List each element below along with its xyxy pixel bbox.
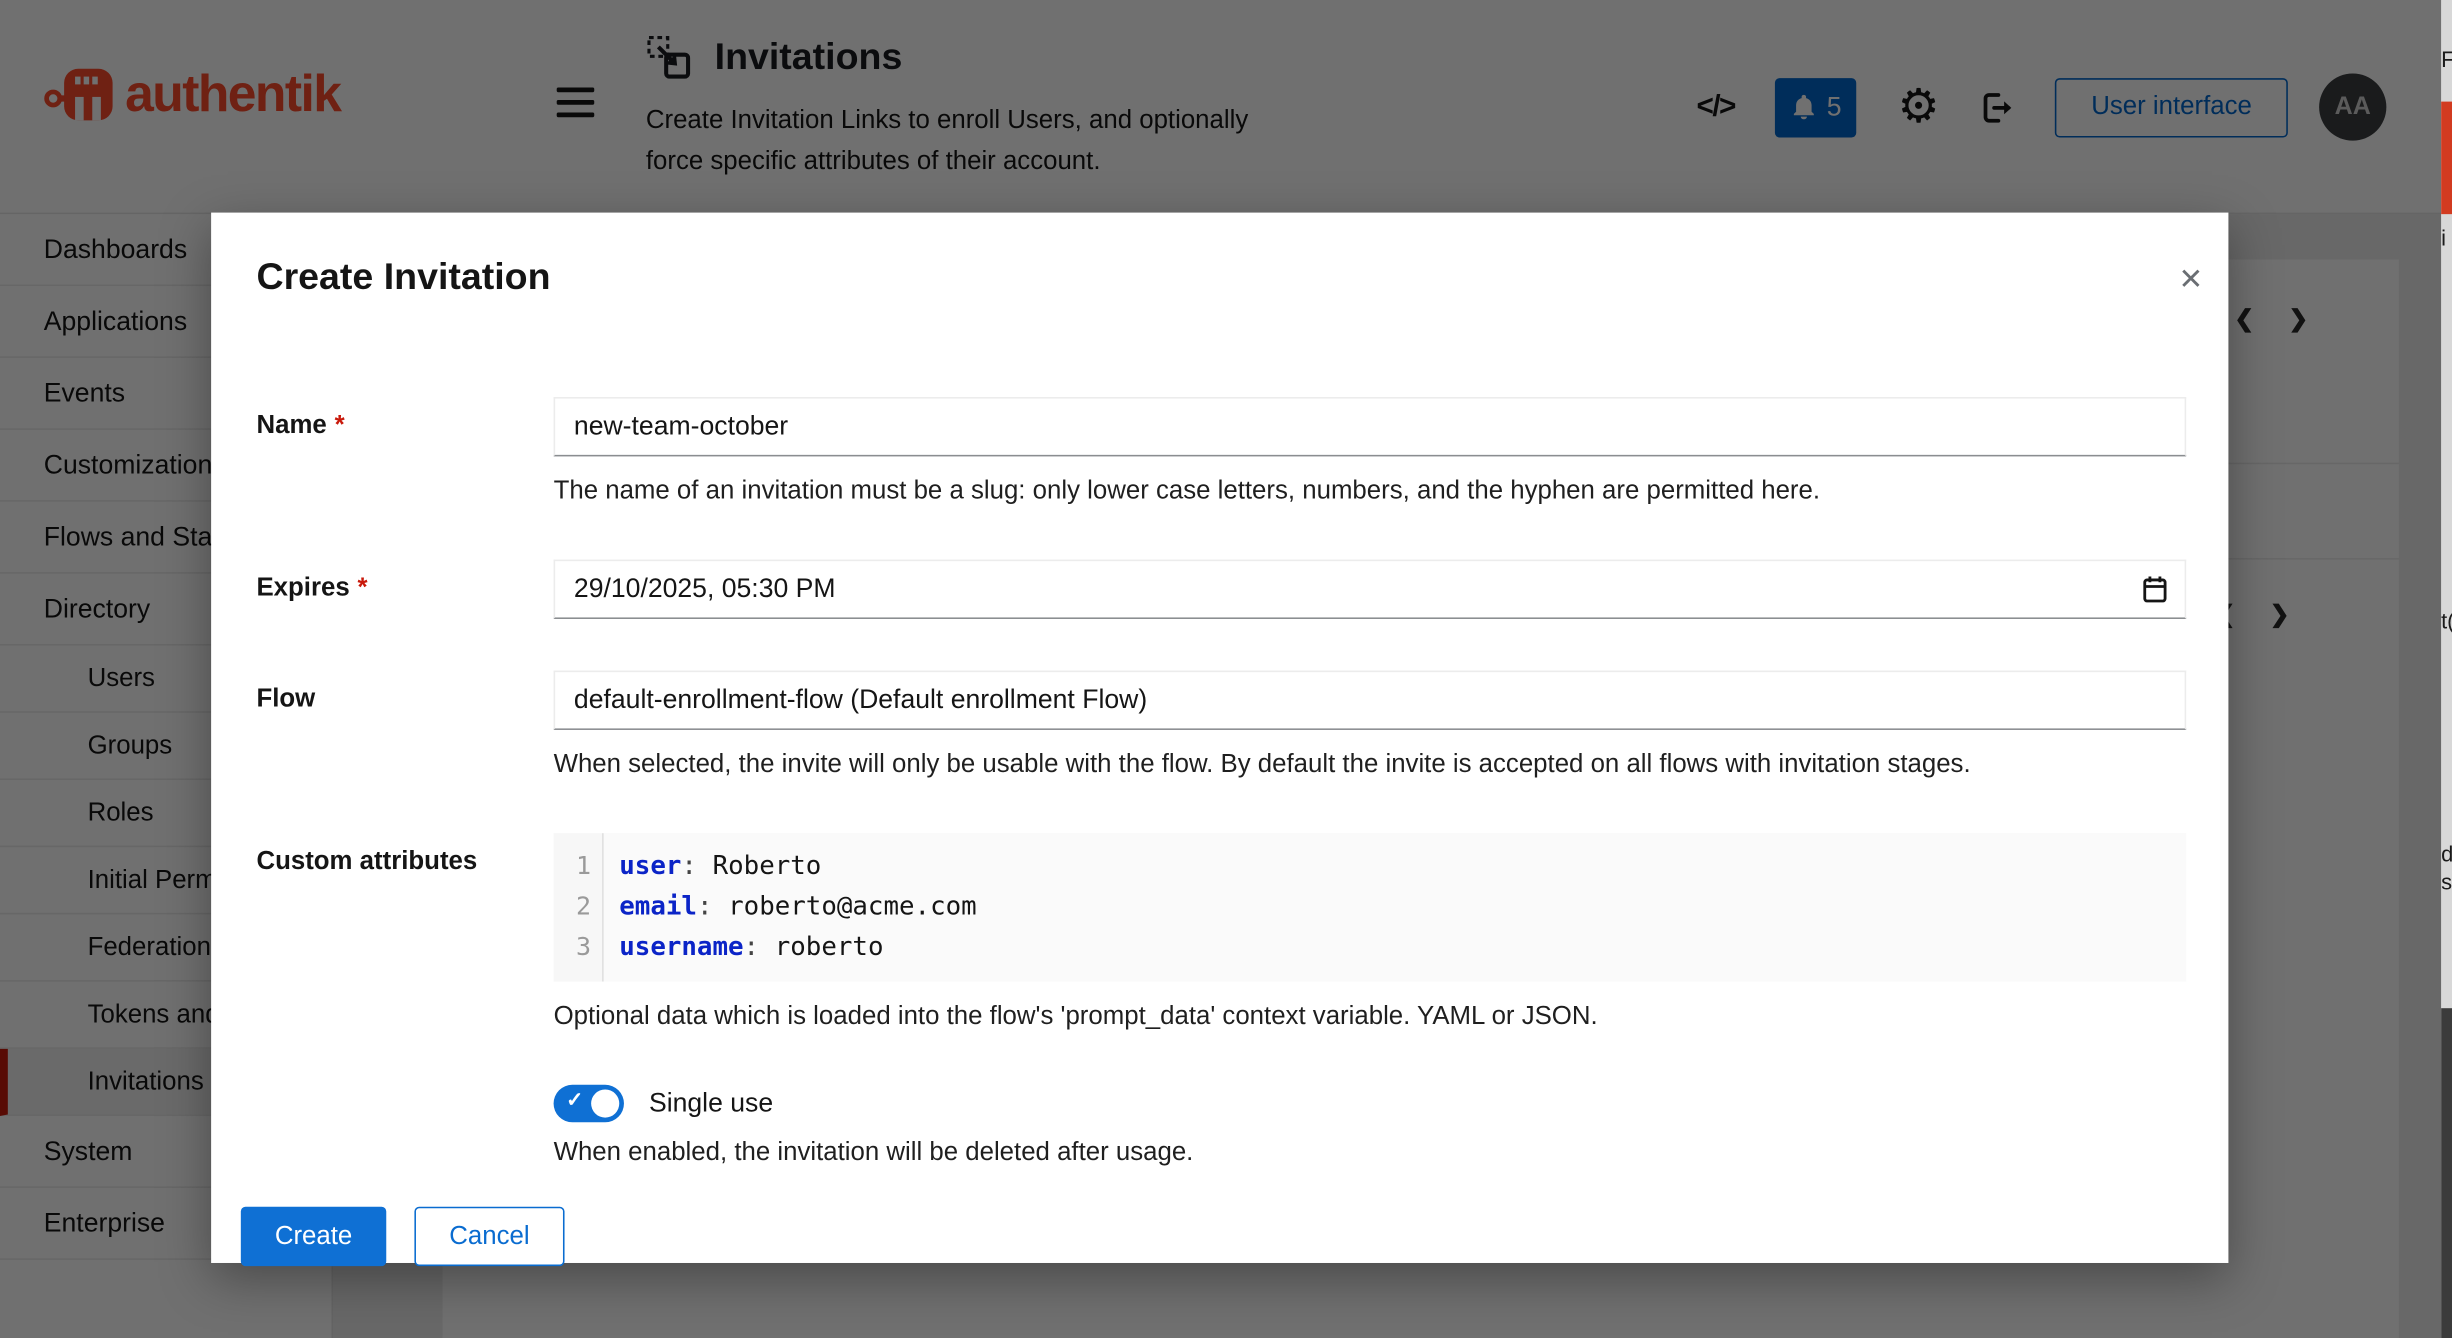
text-fragment: i: [2441, 225, 2446, 250]
expires-field-row: Expires*: [256, 560, 2186, 619]
toggle-knob: [591, 1089, 619, 1117]
text-fragment: F: [2441, 47, 2452, 72]
expires-label: Expires*: [256, 560, 553, 619]
code-line: email:roberto@acme.com: [619, 886, 976, 927]
modal-title: Create Invitation: [256, 256, 2186, 300]
name-field-row: Name* The name of an invitation must be …: [256, 397, 2186, 508]
check-icon: ✓: [566, 1088, 583, 1113]
editor-code: user:Roberto email:roberto@acme.com user…: [604, 833, 977, 981]
code-line: username:roberto: [619, 927, 976, 968]
single-use-helper-text: When enabled, the invitation will be del…: [554, 1135, 2187, 1169]
screen: authentik Invitations Create Invitation …: [0, 0, 2452, 1338]
single-use-label: Single use: [649, 1088, 773, 1119]
required-asterisk: *: [358, 574, 368, 602]
line-number: 2: [554, 886, 592, 927]
name-label: Name*: [256, 397, 553, 508]
modal-footer: Create Cancel: [241, 1207, 2186, 1266]
expires-input[interactable]: [554, 560, 2187, 619]
custom-attributes-helper-text: Optional data which is loaded into the f…: [554, 999, 2187, 1033]
flow-input[interactable]: [554, 671, 2187, 730]
required-asterisk: *: [335, 411, 345, 439]
text-fragment: t(: [2441, 608, 2452, 633]
text-fragment: s: [2441, 869, 2452, 894]
editor-gutter: 1 2 3: [554, 833, 604, 981]
create-invitation-form: Name* The name of an invitation must be …: [256, 397, 2186, 1266]
red-block-fragment: [2441, 102, 2452, 215]
yaml-code-editor[interactable]: 1 2 3 user:Roberto email:roberto@acme.co…: [554, 833, 2187, 981]
flow-label: Flow: [256, 671, 553, 782]
custom-attributes-label: Custom attributes: [256, 833, 553, 1033]
create-invitation-modal: Create Invitation ✕ Name* The name of an…: [211, 213, 2228, 1263]
adjacent-window-sliver: F i t( d s: [2441, 0, 2452, 1338]
text-fragment: d: [2441, 841, 2452, 866]
name-input[interactable]: [554, 397, 2187, 456]
name-helper-text: The name of an invitation must be a slug…: [554, 474, 2187, 508]
single-use-row: ✓ Single use When enabled, the invitatio…: [256, 1085, 2186, 1169]
custom-attributes-row: Custom attributes 1 2 3 user:Roberto ema…: [256, 833, 2186, 1033]
dark-block-fragment: [2441, 1008, 2452, 1338]
cancel-button[interactable]: Cancel: [414, 1207, 564, 1266]
calendar-icon[interactable]: [2142, 575, 2167, 611]
flow-helper-text: When selected, the invite will only be u…: [554, 747, 2187, 781]
code-line: user:Roberto: [619, 846, 976, 887]
flow-field-row: Flow When selected, the invite will only…: [256, 671, 2186, 782]
line-number: 3: [554, 927, 592, 968]
line-number: 1: [554, 846, 592, 887]
close-icon[interactable]: ✕: [2178, 266, 2203, 296]
create-button[interactable]: Create: [241, 1207, 386, 1266]
single-use-toggle[interactable]: ✓: [554, 1085, 624, 1123]
